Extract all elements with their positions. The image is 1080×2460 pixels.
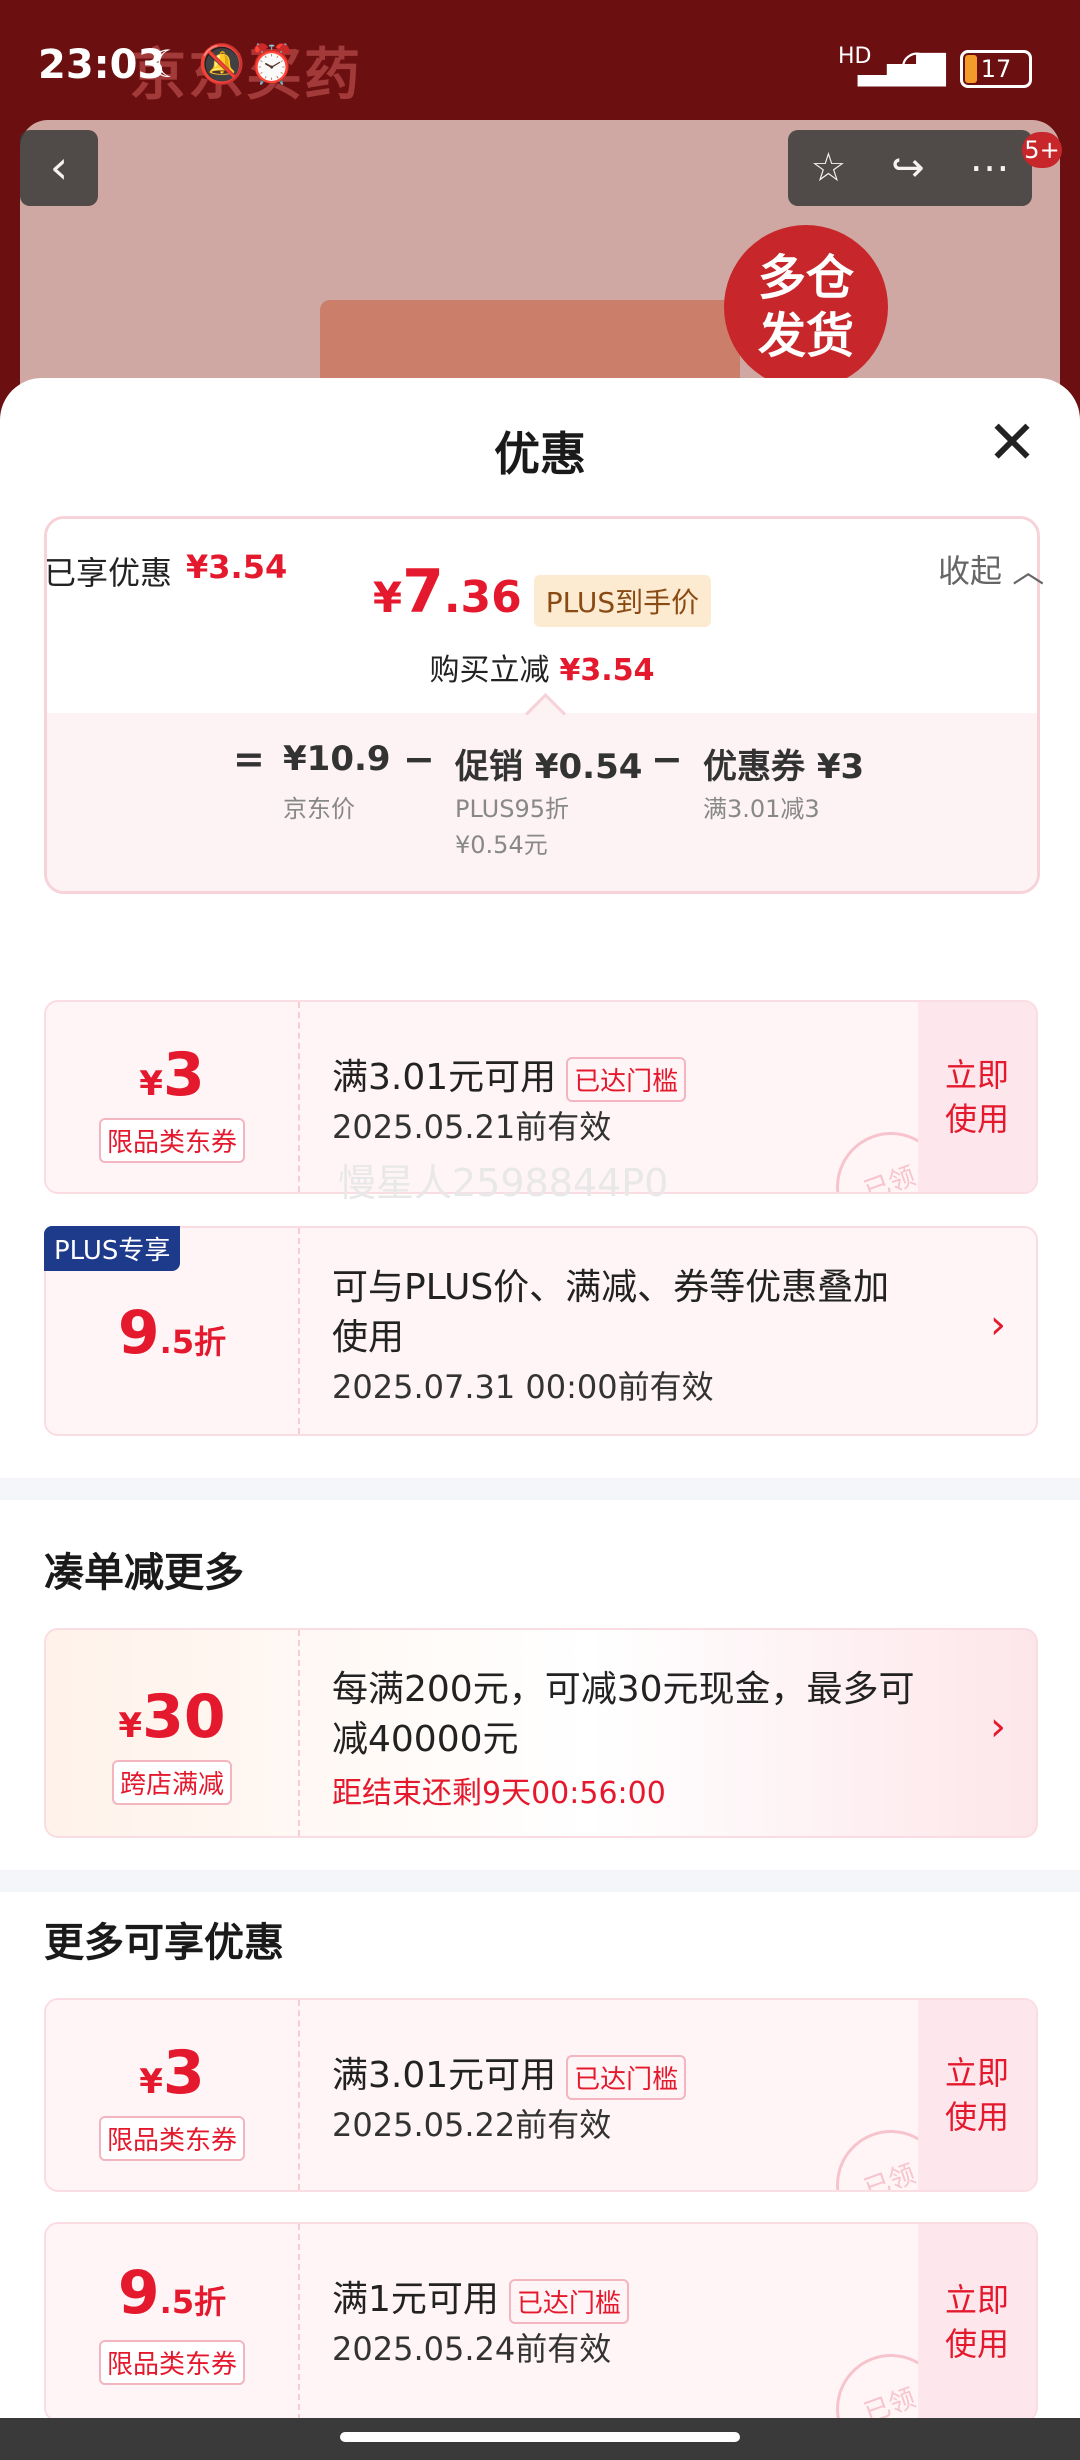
section-title-more-order: 凑单减更多 xyxy=(44,1550,244,1596)
coupon-tag: 限品类东券 xyxy=(98,1118,245,1163)
home-indicator[interactable] xyxy=(340,2432,740,2442)
coupon-card: ¥3 限品类东券 满3.01元可用 已达门槛 2025.05.22前有效 已领 立… xyxy=(44,1998,1038,2192)
alarm-icon: ⏰ xyxy=(248,42,296,86)
status-bar: 23:03 ☾ 🔕 ⏰ HD ▂▄▆ ◠ 17 xyxy=(0,0,1080,130)
badge-line-2: 发货 xyxy=(757,308,854,364)
price-currency: ¥ xyxy=(372,573,403,622)
collapse-button[interactable]: 收起 ︿ xyxy=(938,546,1044,592)
plus-discount-amount: 9.5折 xyxy=(117,1298,227,1368)
back-button[interactable]: ‹ xyxy=(20,130,98,206)
section-title-more-discounts: 更多可享优惠 xyxy=(44,1920,284,1966)
final-price-dec: .36 xyxy=(443,572,522,623)
cross-store-tag: 跨店满减 xyxy=(111,1760,232,1805)
final-price-int: 7 xyxy=(402,557,444,627)
favorite-icon[interactable]: ☆ xyxy=(810,145,846,191)
section-divider xyxy=(0,1870,1080,1892)
status-time: 23:03 xyxy=(38,42,166,88)
top-toolbar: ☆ ↪ ⋯ xyxy=(788,130,1032,206)
chevron-right-icon: › xyxy=(990,1704,1006,1750)
jd-price-label: 京东价 xyxy=(283,795,355,823)
battery-level: 17 xyxy=(980,55,1012,83)
countdown-timer: 距结束还剩9天00:56:00 xyxy=(332,1776,666,1811)
cross-store-amount: ¥30 xyxy=(118,1682,226,1752)
coupon-tag: 限品类东券 xyxy=(98,2116,245,2161)
enjoyed-value: ¥3.54 xyxy=(186,548,288,586)
coupon-date: 2025.05.22前有效 xyxy=(332,2106,612,2144)
mute-bell-icon: 🔕 xyxy=(198,42,246,86)
collapse-label: 收起 xyxy=(938,552,1003,590)
use-now-button[interactable]: 立即使用 xyxy=(918,2224,1036,2420)
jd-price: ¥10.9 xyxy=(283,739,391,779)
coupon-amount: 9.5折 xyxy=(117,2258,227,2328)
equals-sign: = xyxy=(233,737,265,781)
badge-line-1: 多仓 xyxy=(757,250,854,306)
close-icon: ✕ xyxy=(986,408,1038,478)
coupon-desc: 满1元可用 xyxy=(332,2279,499,2320)
section-divider xyxy=(0,1478,1080,1500)
promo-sub-2: ¥0.54元 xyxy=(455,831,548,859)
coupon-sub: 满3.01减3 xyxy=(703,795,820,823)
watermark: 慢星人2598844P0 xyxy=(338,1161,669,1205)
coupon-amount: ¥3 xyxy=(139,2038,205,2108)
plus-exclusive-tag: PLUS专享 xyxy=(44,1226,181,1271)
plus-discount-card[interactable]: 9.5折 可与PLUS价、满减、券等优惠叠加 使用 2025.07.31 00:… xyxy=(44,1226,1038,1436)
minus-sign-2: − xyxy=(651,737,683,781)
sheet-title: 优惠 xyxy=(494,427,586,481)
reduce-value: ¥3.54 xyxy=(559,653,655,688)
coupon-tag: 限品类东券 xyxy=(98,2340,245,2385)
chevron-right-icon: › xyxy=(990,1302,1006,1348)
multi-warehouse-badge: 多仓 发货 xyxy=(724,225,888,389)
chevron-up-icon: ︿ xyxy=(1012,552,1045,590)
coupon-value: 优惠券 ¥3 xyxy=(703,747,865,787)
reduce-label: 购买立减 xyxy=(429,653,550,688)
plus-price-tag: PLUS到手价 xyxy=(533,575,712,627)
promo-sub-1: PLUS95折 xyxy=(455,795,569,823)
coupon-date: 2025.05.21前有效 xyxy=(332,1108,612,1146)
close-button[interactable]: ✕ xyxy=(984,413,1040,474)
cross-store-card[interactable]: ¥30 跨店满减 每满200元，可减30元现金，最多可 减40000元 距结束还… xyxy=(44,1628,1038,1838)
price-breakdown: = ¥10.9 京东价 − 促销 ¥0.54 PLUS95折 ¥0.54元 − … xyxy=(47,713,1037,891)
more-icon[interactable]: ⋯ xyxy=(970,145,1010,191)
plus-date: 2025.07.31 00:00前有效 xyxy=(332,1368,714,1406)
coupon-desc: 满3.01元可用 xyxy=(332,1057,557,1098)
plus-desc-line-1: 可与PLUS价、满减、券等优惠叠加 xyxy=(332,1267,890,1308)
coupon-date: 2025.05.24前有效 xyxy=(332,2330,612,2368)
coupon-desc: 满3.01元可用 xyxy=(332,2055,557,2096)
use-now-button[interactable]: 立即使用 xyxy=(918,1002,1036,1192)
cross-store-desc-1: 每满200元，可减30元现金，最多可 xyxy=(332,1669,915,1710)
threshold-reached-badge: 已达门槛 xyxy=(566,2054,687,2100)
plus-desc-line-2: 使用 xyxy=(332,1317,405,1358)
share-icon[interactable]: ↪ xyxy=(891,145,925,191)
home-indicator-bar xyxy=(0,2418,1080,2460)
coupon-card: 9.5折 限品类东券 满1元可用 已达门槛 2025.05.24前有效 已领 立即… xyxy=(44,2222,1038,2422)
reduce-row: 购买立减 ¥3.54 xyxy=(47,645,1037,689)
notification-badge: 5+ xyxy=(1022,132,1062,168)
minus-sign-1: − xyxy=(403,737,435,781)
wifi-icon: ◠ xyxy=(900,42,934,86)
threshold-reached-badge: 已达门槛 xyxy=(508,2278,629,2324)
coupon-amount: ¥3 xyxy=(139,1040,205,1110)
enjoyed-label: 已享优惠 xyxy=(44,554,173,592)
cross-store-desc-2: 减40000元 xyxy=(332,1719,519,1760)
promo-value: 促销 ¥0.54 xyxy=(455,747,643,787)
moon-icon: ☾ xyxy=(150,42,185,86)
use-now-button[interactable]: 立即使用 xyxy=(918,2000,1036,2190)
threshold-reached-badge: 已达门槛 xyxy=(566,1056,687,1102)
battery-icon: 17 xyxy=(960,50,1032,88)
